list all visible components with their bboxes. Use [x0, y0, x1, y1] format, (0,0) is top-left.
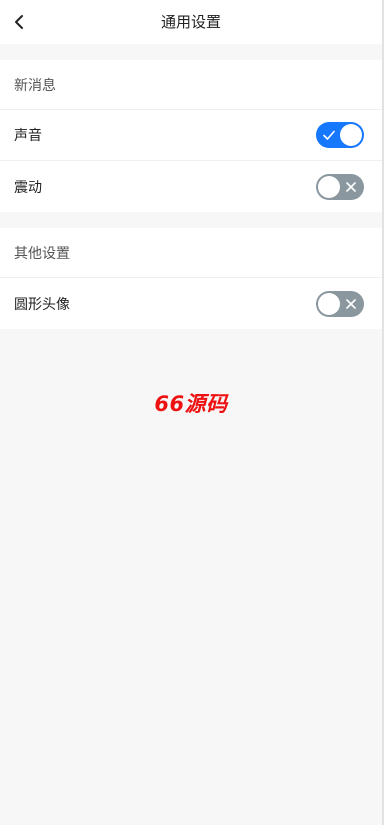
navigation-bar: 通用设置 — [0, 0, 382, 44]
toggle-knob — [318, 175, 340, 198]
close-icon — [346, 181, 356, 192]
check-icon — [323, 130, 335, 140]
section-other-settings: 其他设置 圆形头像 — [0, 228, 382, 329]
section-title: 新消息 — [0, 60, 382, 110]
toggle-knob — [340, 124, 362, 146]
sound-toggle[interactable] — [316, 122, 364, 148]
setting-row-sound: 声音 — [0, 110, 382, 161]
close-icon — [346, 298, 356, 309]
toggle-knob — [318, 292, 340, 315]
settings-screen: 通用设置 新消息 声音 震动 其他设置 圆形头像 66源码 — [0, 0, 384, 825]
setting-label: 圆形头像 — [14, 296, 70, 313]
round-avatar-toggle[interactable] — [316, 290, 364, 317]
vibration-toggle[interactable] — [316, 173, 364, 200]
page-title: 通用设置 — [160, 13, 221, 31]
section-title: 其他设置 — [0, 228, 382, 278]
setting-label: 声音 — [14, 128, 42, 144]
watermark-text: 66源码 — [154, 392, 228, 416]
setting-label: 震动 — [14, 179, 42, 196]
setting-row-round-avatar: 圆形头像 — [0, 278, 382, 329]
section-new-messages: 新消息 声音 震动 — [0, 60, 382, 212]
setting-row-vibration: 震动 — [0, 161, 382, 212]
